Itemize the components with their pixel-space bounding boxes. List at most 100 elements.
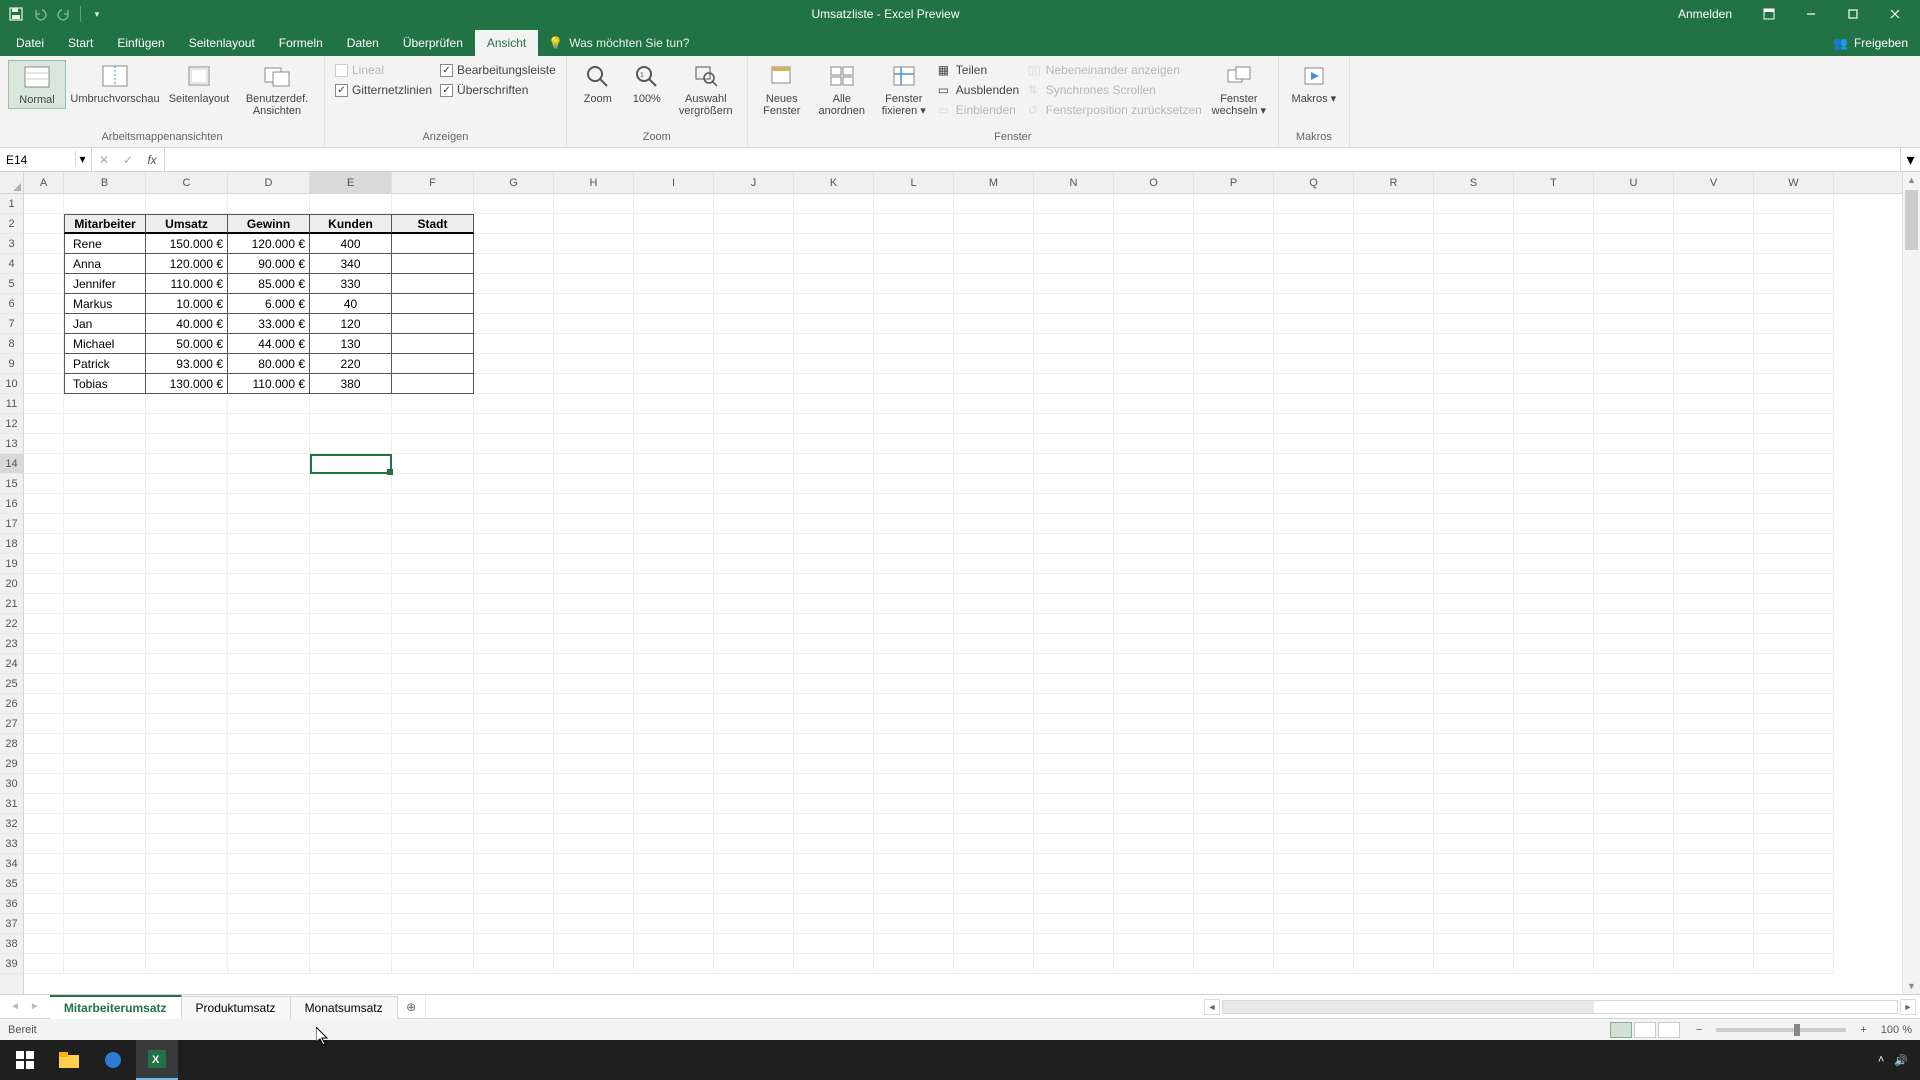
cell-C13[interactable] xyxy=(146,434,228,454)
cell-I27[interactable] xyxy=(634,714,714,734)
cell-R33[interactable] xyxy=(1354,834,1434,854)
cell-R20[interactable] xyxy=(1354,574,1434,594)
cell-G24[interactable] xyxy=(474,654,554,674)
cell-E34[interactable] xyxy=(310,854,392,874)
cell-S17[interactable] xyxy=(1434,514,1514,534)
cell-T7[interactable] xyxy=(1514,314,1594,334)
cell-V26[interactable] xyxy=(1674,694,1754,714)
col-header-N[interactable]: N xyxy=(1034,172,1114,193)
cell-W14[interactable] xyxy=(1754,454,1834,474)
cell-J6[interactable] xyxy=(714,294,794,314)
cell-E29[interactable] xyxy=(310,754,392,774)
cell-C18[interactable] xyxy=(146,534,228,554)
cell-W5[interactable] xyxy=(1754,274,1834,294)
cell-O39[interactable] xyxy=(1114,954,1194,974)
cell-P24[interactable] xyxy=(1194,654,1274,674)
cell-G33[interactable] xyxy=(474,834,554,854)
cell-S25[interactable] xyxy=(1434,674,1514,694)
cell-S19[interactable] xyxy=(1434,554,1514,574)
cell-F27[interactable] xyxy=(392,714,474,734)
cell-G25[interactable] xyxy=(474,674,554,694)
cell-M12[interactable] xyxy=(954,414,1034,434)
cell-N39[interactable] xyxy=(1034,954,1114,974)
cell-C24[interactable] xyxy=(146,654,228,674)
cell-E2[interactable]: Kunden xyxy=(310,214,392,234)
cell-B34[interactable] xyxy=(64,854,146,874)
cell-M22[interactable] xyxy=(954,614,1034,634)
cell-W29[interactable] xyxy=(1754,754,1834,774)
cell-S4[interactable] xyxy=(1434,254,1514,274)
cell-Q6[interactable] xyxy=(1274,294,1354,314)
cell-Q31[interactable] xyxy=(1274,794,1354,814)
cell-F37[interactable] xyxy=(392,914,474,934)
cell-O8[interactable] xyxy=(1114,334,1194,354)
cell-B14[interactable] xyxy=(64,454,146,474)
cell-W2[interactable] xyxy=(1754,214,1834,234)
cell-F18[interactable] xyxy=(392,534,474,554)
cell-W39[interactable] xyxy=(1754,954,1834,974)
cell-N38[interactable] xyxy=(1034,934,1114,954)
cell-L11[interactable] xyxy=(874,394,954,414)
cell-S18[interactable] xyxy=(1434,534,1514,554)
cell-J14[interactable] xyxy=(714,454,794,474)
cell-U12[interactable] xyxy=(1594,414,1674,434)
cell-G9[interactable] xyxy=(474,354,554,374)
cell-E6[interactable]: 40 xyxy=(310,294,392,314)
cell-A38[interactable] xyxy=(24,934,64,954)
cell-H6[interactable] xyxy=(554,294,634,314)
cell-K16[interactable] xyxy=(794,494,874,514)
cell-K7[interactable] xyxy=(794,314,874,334)
cell-S33[interactable] xyxy=(1434,834,1514,854)
cell-Q19[interactable] xyxy=(1274,554,1354,574)
row-header-1[interactable]: 1 xyxy=(0,194,23,214)
cell-R18[interactable] xyxy=(1354,534,1434,554)
cell-A3[interactable] xyxy=(24,234,64,254)
cell-G18[interactable] xyxy=(474,534,554,554)
cell-Q16[interactable] xyxy=(1274,494,1354,514)
cell-T25[interactable] xyxy=(1514,674,1594,694)
cell-S37[interactable] xyxy=(1434,914,1514,934)
cell-H21[interactable] xyxy=(554,594,634,614)
cell-A21[interactable] xyxy=(24,594,64,614)
edge-icon[interactable] xyxy=(92,1040,134,1080)
cell-O3[interactable] xyxy=(1114,234,1194,254)
cell-B24[interactable] xyxy=(64,654,146,674)
cell-D26[interactable] xyxy=(228,694,310,714)
cell-Q38[interactable] xyxy=(1274,934,1354,954)
cell-T1[interactable] xyxy=(1514,194,1594,214)
cell-B4[interactable]: Anna xyxy=(64,254,146,274)
cell-D14[interactable] xyxy=(228,454,310,474)
cell-H27[interactable] xyxy=(554,714,634,734)
cell-T6[interactable] xyxy=(1514,294,1594,314)
cell-D10[interactable]: 110.000 € xyxy=(228,374,310,394)
cell-F10[interactable] xyxy=(392,374,474,394)
cell-F13[interactable] xyxy=(392,434,474,454)
cell-P13[interactable] xyxy=(1194,434,1274,454)
name-box[interactable]: E14 ▾ xyxy=(0,148,92,171)
cell-U2[interactable] xyxy=(1594,214,1674,234)
share-button[interactable]: 👥 Freigeben xyxy=(1821,30,1920,56)
cell-W28[interactable] xyxy=(1754,734,1834,754)
cell-F8[interactable] xyxy=(392,334,474,354)
cell-M15[interactable] xyxy=(954,474,1034,494)
cell-H33[interactable] xyxy=(554,834,634,854)
row-header-3[interactable]: 3 xyxy=(0,234,23,254)
cell-C15[interactable] xyxy=(146,474,228,494)
cell-I36[interactable] xyxy=(634,894,714,914)
cell-C27[interactable] xyxy=(146,714,228,734)
row-header-2[interactable]: 2 xyxy=(0,214,23,234)
cell-Q12[interactable] xyxy=(1274,414,1354,434)
cell-K32[interactable] xyxy=(794,814,874,834)
tray-chevron-icon[interactable]: ˄ xyxy=(1878,1054,1884,1066)
cell-J33[interactable] xyxy=(714,834,794,854)
row-header-20[interactable]: 20 xyxy=(0,574,23,594)
cell-O11[interactable] xyxy=(1114,394,1194,414)
cell-F11[interactable] xyxy=(392,394,474,414)
cell-J7[interactable] xyxy=(714,314,794,334)
cell-T3[interactable] xyxy=(1514,234,1594,254)
cell-T26[interactable] xyxy=(1514,694,1594,714)
row-header-37[interactable]: 37 xyxy=(0,914,23,934)
hide-button[interactable]: ▭Ausblenden xyxy=(936,80,1022,100)
cell-B33[interactable] xyxy=(64,834,146,854)
cell-Q33[interactable] xyxy=(1274,834,1354,854)
